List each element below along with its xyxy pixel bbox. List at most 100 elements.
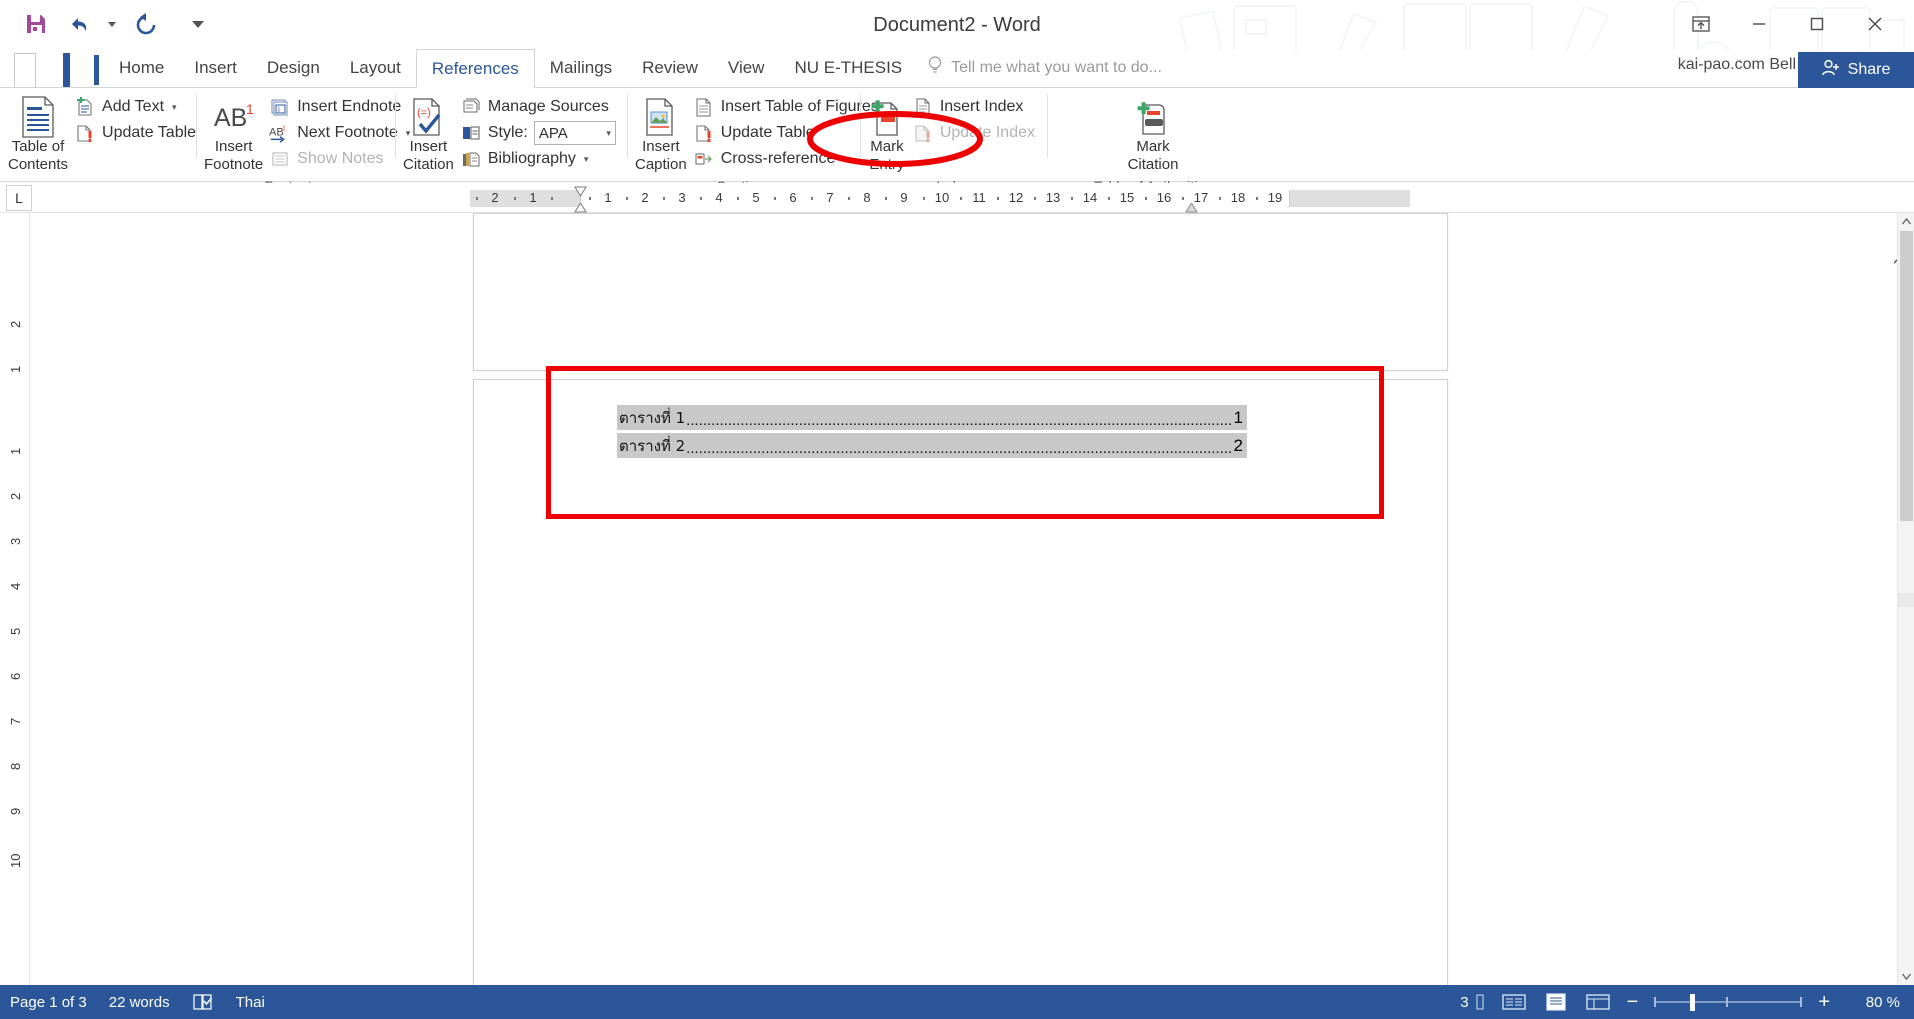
file-tab[interactable] xyxy=(0,49,99,87)
first-line-indent-marker[interactable] xyxy=(574,186,587,197)
zoom-in-button[interactable]: + xyxy=(1818,991,1830,1014)
split-window-handle[interactable] xyxy=(1898,593,1914,607)
vertical-scrollbar[interactable] xyxy=(1897,213,1914,985)
print-layout-icon[interactable] xyxy=(1543,991,1569,1013)
language-indicator[interactable]: Thai xyxy=(236,994,265,1011)
table-of-figures-field[interactable]: ตารางที่ 1 .............................… xyxy=(617,405,1247,458)
bibliography-label: Bibliography xyxy=(487,150,576,167)
vruler-label: 9 xyxy=(8,807,23,815)
right-indent-marker[interactable] xyxy=(1185,203,1198,213)
table-of-figures-row[interactable]: ตารางที่ 1 .............................… xyxy=(617,405,1247,430)
read-mode-icon[interactable] xyxy=(1501,991,1527,1013)
manage-sources-label: Manage Sources xyxy=(487,98,609,115)
ribbon-group-table-of-authorities: Mark Citation Table of Authorities xyxy=(1047,88,1259,194)
citation-style-row[interactable]: Style: APA ▾ xyxy=(458,120,622,146)
window-controls xyxy=(1672,4,1904,44)
update-table-toc-button[interactable]: Update Table xyxy=(72,120,202,146)
scrollbar-thumb[interactable] xyxy=(1900,231,1913,521)
svg-text:1: 1 xyxy=(246,102,254,117)
show-notes-button[interactable]: Show Notes xyxy=(267,146,416,172)
insert-caption-button[interactable]: Insert Caption xyxy=(633,92,689,175)
scroll-down-arrow-icon[interactable] xyxy=(1898,968,1914,985)
chevron-down-icon[interactable]: ▾ xyxy=(172,102,177,113)
page-indicator[interactable]: Page 1 of 3 xyxy=(10,994,87,1011)
tell-me-search[interactable]: Tell me what you want to do... xyxy=(917,49,1172,87)
page-count-right[interactable]: 3 xyxy=(1460,994,1484,1011)
chevron-down-icon[interactable]: ▾ xyxy=(584,154,589,165)
ruler-label: 6 xyxy=(789,190,797,205)
vruler-label: 10 xyxy=(8,853,23,868)
document-canvas[interactable]: ตารางที่ 1 .............................… xyxy=(30,213,1894,985)
ruler-label: 8 xyxy=(863,190,871,205)
insert-footnote-button[interactable]: AB 1 Insert Footnote xyxy=(202,92,265,175)
vruler-label: 1 xyxy=(8,447,23,455)
bibliography-icon xyxy=(460,148,482,170)
bibliography-button[interactable]: Bibliography ▾ xyxy=(458,146,622,172)
citation-style-value: APA xyxy=(538,124,568,142)
mark-citation-button[interactable]: Mark Citation xyxy=(1120,92,1186,175)
add-text-button[interactable]: Add Text ▾ xyxy=(72,94,202,120)
next-footnote-button[interactable]: AB 1 Next Footnote ▾ xyxy=(267,120,416,146)
manage-sources-icon xyxy=(460,96,482,118)
close-icon[interactable] xyxy=(1846,4,1904,44)
mark-citation-label-2: Citation xyxy=(1127,156,1179,174)
word-count[interactable]: 22 words xyxy=(109,994,170,1011)
ribbon-group-index: Mark Entry Insert Index Update Index xyxy=(860,88,1047,194)
share-button[interactable]: Share xyxy=(1798,52,1914,88)
page-previous[interactable] xyxy=(473,213,1448,371)
tab-nu-ethesis[interactable]: NU E-THESIS xyxy=(779,49,917,87)
ribbon-display-options-icon[interactable] xyxy=(1672,4,1730,44)
tab-mailings[interactable]: Mailings xyxy=(535,49,627,87)
citation-style-select[interactable]: APA ▾ xyxy=(533,121,616,145)
ruler-label: 18 xyxy=(1230,190,1246,205)
insert-citation-icon: (=) xyxy=(410,96,446,138)
manage-sources-button[interactable]: Manage Sources xyxy=(458,94,622,120)
zoom-level[interactable]: 80 % xyxy=(1846,994,1900,1011)
add-text-label: Add Text xyxy=(102,98,165,115)
ruler-label: 10 xyxy=(934,190,950,205)
proofing-errors-icon[interactable] xyxy=(192,993,214,1011)
mark-entry-button[interactable]: Mark Entry xyxy=(866,92,908,175)
ribbon-group-citations-bibliography: (=) Insert Citation ▾ xyxy=(395,88,627,212)
show-notes-label: Show Notes xyxy=(297,150,384,167)
scroll-up-arrow-icon[interactable] xyxy=(1898,213,1914,230)
table-of-contents-button[interactable]: Table of Contents ▾ xyxy=(6,92,70,193)
minimize-icon[interactable] xyxy=(1730,4,1788,44)
update-table-captions-button[interactable]: Update Table xyxy=(691,120,885,146)
add-text-icon xyxy=(74,96,96,118)
insert-citation-button[interactable]: (=) Insert Citation ▾ xyxy=(401,92,456,193)
web-layout-icon[interactable] xyxy=(1585,991,1611,1013)
tab-insert[interactable]: Insert xyxy=(179,49,252,87)
svg-text:(=): (=) xyxy=(417,107,431,119)
mark-citation-icon xyxy=(1133,96,1173,138)
table-of-contents-label-1: Table of xyxy=(11,138,65,155)
tab-view[interactable]: View xyxy=(713,49,780,87)
ribbon-group-table-of-contents: Table of Contents ▾ xyxy=(0,88,196,212)
tab-layout[interactable]: Layout xyxy=(335,49,416,87)
tab-design[interactable]: Design xyxy=(252,49,335,87)
account-name[interactable]: kai-pao.com Bell xyxy=(1678,56,1796,74)
insert-index-button[interactable]: Insert Index xyxy=(910,94,1041,120)
tab-references[interactable]: References xyxy=(415,49,535,88)
insert-endnote-icon: i xyxy=(269,96,291,118)
zoom-out-button[interactable]: − xyxy=(1627,991,1639,1014)
vruler-label: 1 xyxy=(8,365,23,373)
tab-review[interactable]: Review xyxy=(627,49,713,87)
ruler-label: 1 xyxy=(529,190,537,205)
table-of-figures-row[interactable]: ตารางที่ 2 .............................… xyxy=(617,433,1247,458)
horizontal-ruler[interactable]: 2 1 1 2 3 4 5 6 7 8 9 10 11 12 13 14 15 … xyxy=(470,186,1470,213)
tab-stop-selector[interactable]: L xyxy=(6,185,32,211)
zoom-slider-thumb[interactable] xyxy=(1690,994,1696,1011)
zoom-slider[interactable] xyxy=(1654,992,1803,1012)
tab-home[interactable]: Home xyxy=(104,49,179,87)
cross-reference-button[interactable]: Cross-reference xyxy=(691,146,885,172)
document-title: Document2 - Word xyxy=(873,13,1041,36)
insert-endnote-button[interactable]: i Insert Endnote xyxy=(267,94,416,120)
vertical-ruler[interactable]: 2 1 1 2 3 4 5 6 7 8 9 10 xyxy=(0,213,30,985)
hanging-indent-marker[interactable] xyxy=(574,203,587,213)
chevron-down-icon[interactable]: ▾ xyxy=(606,128,611,139)
status-bar: Page 1 of 3 22 words Thai 3 − + 80 % xyxy=(0,985,1914,1019)
update-index-button[interactable]: Update Index xyxy=(910,120,1041,146)
insert-table-of-figures-button[interactable]: Insert Table of Figures xyxy=(691,94,885,120)
restore-icon[interactable] xyxy=(1788,4,1846,44)
